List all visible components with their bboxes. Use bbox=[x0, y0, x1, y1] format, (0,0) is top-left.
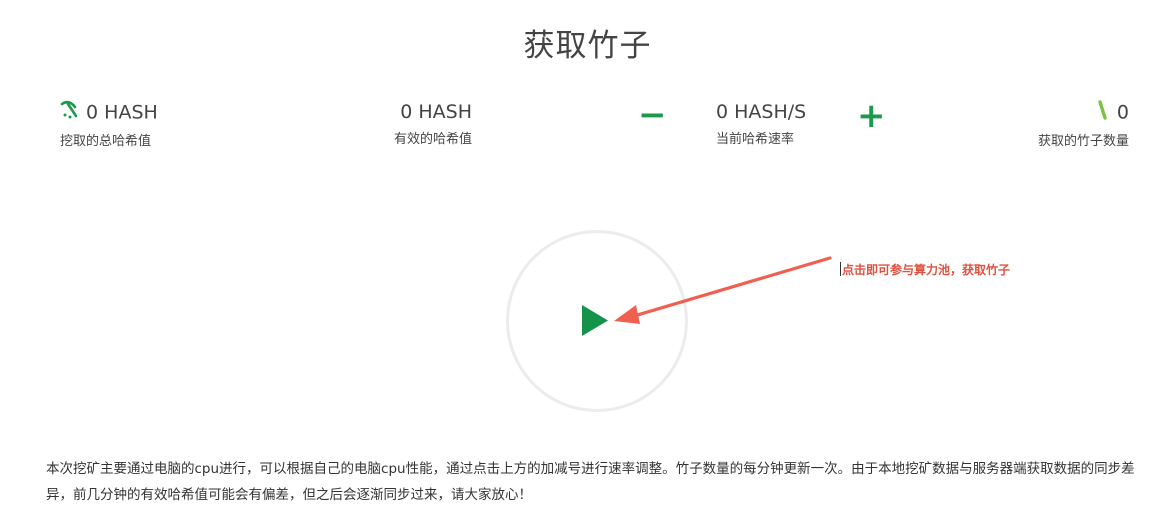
hash-rate-value: 0 HASH/S bbox=[716, 101, 807, 123]
valid-hash-label: 有效的哈希值 bbox=[393, 132, 472, 147]
bamboo-count-label: 获取的竹子数量 bbox=[1037, 134, 1129, 149]
valid-hash-value: 0 HASH bbox=[400, 101, 472, 123]
hash-rate-label: 当前哈希速率 bbox=[716, 132, 795, 147]
description-text: 本次挖矿主要通过电脑的cpu进行，可以根据自己的电脑cpu性能，通过点击上方的加… bbox=[46, 461, 1135, 503]
increase-rate-button[interactable]: + bbox=[857, 99, 886, 133]
play-icon[interactable] bbox=[582, 305, 608, 340]
total-hash-value: 0 HASH bbox=[86, 101, 158, 124]
stat-total-hash: 0 HASH 挖取的总哈希值 bbox=[60, 100, 158, 149]
annotation-text: 点击即可参与算力池，获取竹子 bbox=[840, 262, 1011, 277]
bamboo-count-value: 0 bbox=[1116, 101, 1129, 124]
stat-bamboo-count: 0 获取的竹子数量 bbox=[1030, 100, 1129, 149]
pickaxe-icon bbox=[60, 100, 80, 126]
stat-valid-hash: 0 HASH 有效的哈希值 bbox=[388, 100, 472, 147]
bamboo-icon bbox=[1097, 100, 1111, 126]
stat-hash-rate: 0 HASH/S 当前哈希速率 bbox=[716, 100, 806, 147]
decrease-rate-button[interactable]: − bbox=[638, 98, 667, 132]
total-hash-label: 挖取的总哈希值 bbox=[60, 134, 152, 149]
page-title: 获取竹子 bbox=[523, 28, 652, 64]
